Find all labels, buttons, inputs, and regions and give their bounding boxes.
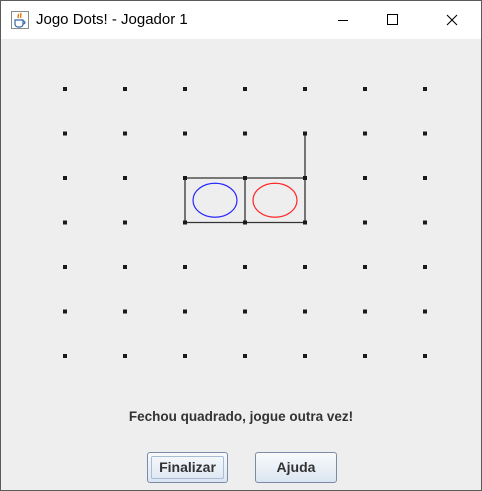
grid-dot[interactable] [123, 309, 127, 314]
box-owner-marker [252, 182, 298, 218]
grid-dot[interactable] [63, 87, 67, 91]
grid-dot[interactable] [243, 131, 247, 136]
grid-dot[interactable] [363, 309, 367, 314]
grid-dot[interactable] [183, 131, 187, 136]
grid-dot[interactable] [363, 220, 367, 225]
grid-dot[interactable] [363, 354, 367, 358]
minimize-button[interactable] [320, 1, 366, 39]
grid-dot[interactable] [63, 131, 67, 136]
grid-dot[interactable] [63, 220, 67, 225]
finalizar-label: Finalizar [159, 459, 216, 475]
grid-dot[interactable] [423, 87, 427, 91]
grid-dot[interactable] [63, 309, 67, 314]
grid-dot[interactable] [123, 176, 127, 180]
grid-dot[interactable] [303, 131, 307, 136]
grid-dot[interactable] [183, 309, 187, 314]
grid-dot[interactable] [183, 87, 187, 91]
grid-dot[interactable] [243, 265, 247, 269]
close-icon [446, 14, 458, 26]
finalizar-button[interactable]: Finalizar [147, 452, 228, 483]
ajuda-button[interactable]: Ajuda [255, 452, 337, 483]
ajuda-label: Ajuda [276, 459, 316, 475]
grid-dot[interactable] [123, 87, 127, 91]
grid-dot[interactable] [63, 176, 67, 180]
window-title: Jogo Dots! - Jogador 1 [36, 11, 188, 28]
grid-dot[interactable] [123, 354, 127, 358]
grid-dot[interactable] [423, 354, 427, 358]
grid-dot[interactable] [423, 220, 427, 225]
grid-dot[interactable] [303, 176, 307, 180]
grid-dot[interactable] [303, 265, 307, 269]
grid-dot[interactable] [243, 176, 247, 180]
title-bar[interactable]: Jogo Dots! - Jogador 1 [1, 1, 481, 39]
grid-dot[interactable] [123, 265, 127, 269]
grid-dot[interactable] [123, 220, 127, 225]
grid-dot[interactable] [183, 354, 187, 358]
grid-dot[interactable] [123, 131, 127, 136]
grid-dot[interactable] [183, 176, 187, 180]
grid-dot[interactable] [363, 87, 367, 91]
minimize-icon [338, 20, 348, 21]
status-message: Fechou quadrado, jogue outra vez! [128, 409, 354, 424]
grid-dot[interactable] [63, 354, 67, 358]
grid-dot[interactable] [423, 131, 427, 136]
grid-dot[interactable] [243, 354, 247, 358]
grid-dot[interactable] [363, 176, 367, 180]
grid-dot[interactable] [183, 220, 187, 225]
maximize-icon [387, 14, 398, 25]
game-board[interactable] [1, 39, 481, 379]
grid-dot[interactable] [243, 87, 247, 91]
grid-dot[interactable] [363, 131, 367, 136]
grid-dot[interactable] [183, 265, 187, 269]
grid-dot[interactable] [243, 309, 247, 314]
grid-dot[interactable] [243, 220, 247, 225]
grid-dot[interactable] [63, 265, 67, 269]
game-window: Jogo Dots! - Jogador 1 Fechou quadrado, … [0, 0, 482, 491]
grid-dot[interactable] [363, 265, 367, 269]
maximize-button[interactable] [367, 1, 413, 39]
close-button[interactable] [428, 1, 474, 39]
box-owner-marker [192, 182, 238, 218]
grid-dot[interactable] [303, 354, 307, 358]
java-cup-icon [11, 11, 29, 29]
grid-dot[interactable] [423, 176, 427, 180]
grid-dot[interactable] [303, 309, 307, 314]
grid-dot[interactable] [303, 87, 307, 91]
grid-dot[interactable] [423, 309, 427, 314]
grid-dot[interactable] [303, 220, 307, 225]
grid-dot[interactable] [423, 265, 427, 269]
